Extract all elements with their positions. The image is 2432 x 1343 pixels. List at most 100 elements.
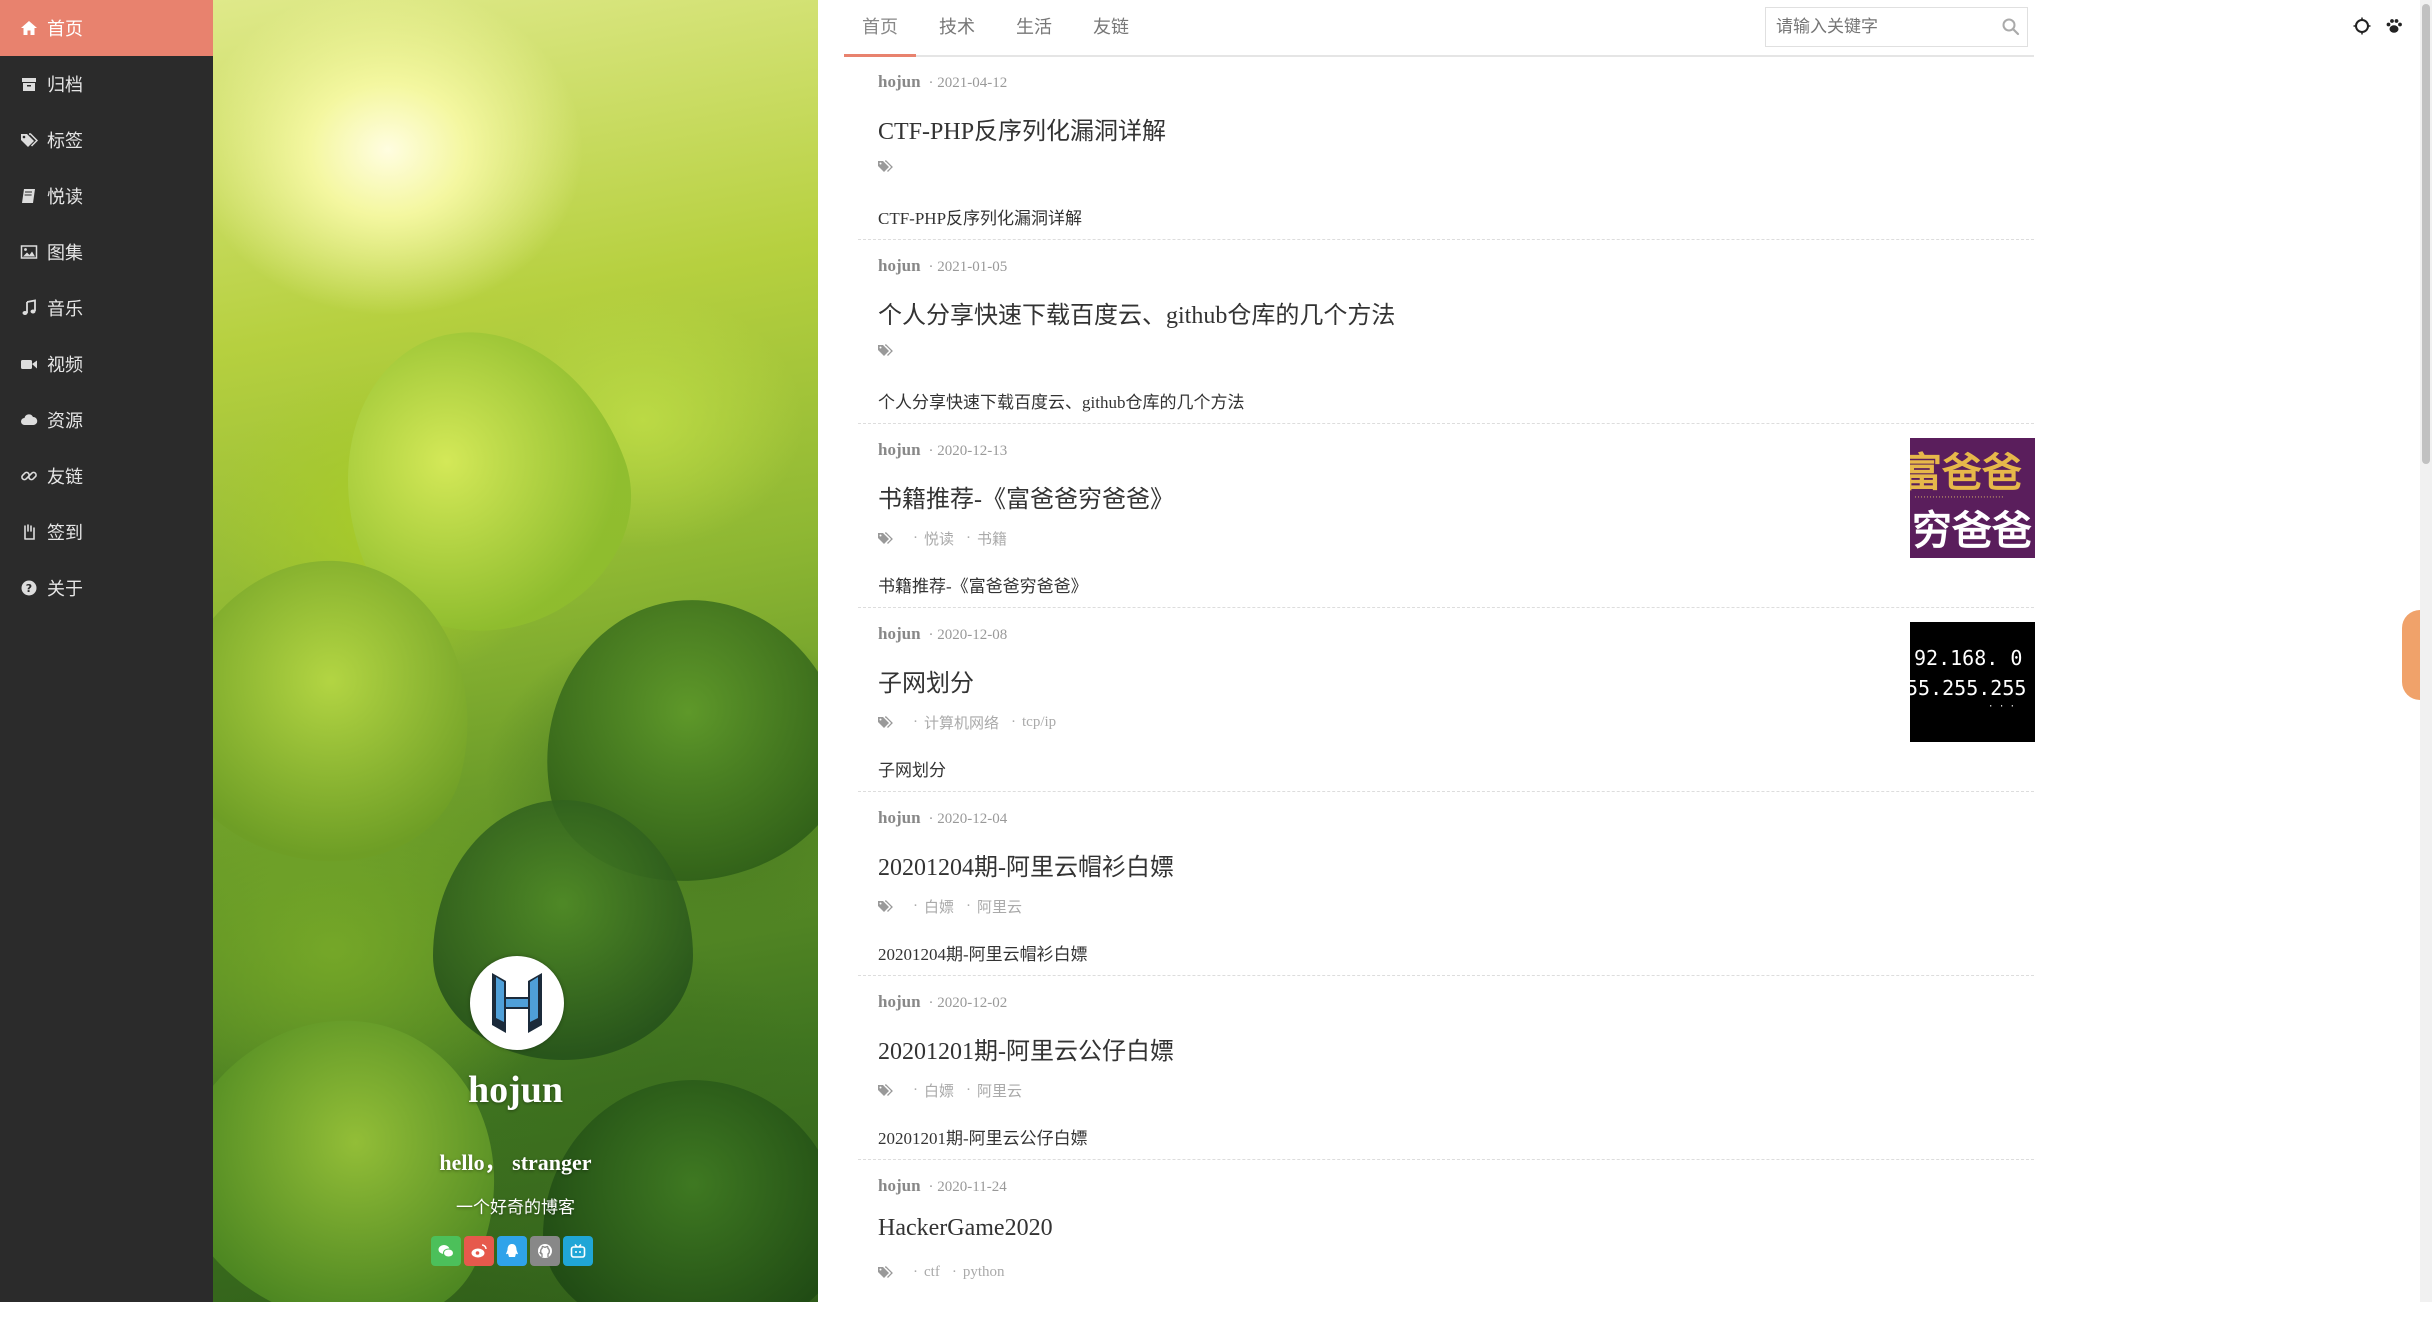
archive-icon (20, 75, 38, 93)
post-tags: · 计算机网络 · tcp/ip (878, 712, 1056, 733)
post-title[interactable]: 20201201期-阿里云公仔白嫖 (878, 1031, 1174, 1066)
sidebar-item-checkin[interactable]: 签到 (0, 504, 213, 560)
post-title[interactable]: HackerGame2020 (878, 1215, 1053, 1242)
tag-separator: · (966, 1082, 972, 1098)
sidebar-item-archive[interactable]: 归档 (0, 56, 213, 112)
svg-text:?: ? (26, 582, 32, 595)
sidebar-nav: 首页 归档 标签 悦读 图集 音乐 视频 资源 友链 签到 ? 关于 (0, 0, 213, 1302)
post-date: · 2021-04-12 (928, 75, 1008, 91)
post-meta: hojun · 2021-01-05 (878, 256, 1007, 276)
post-meta: hojun · 2020-12-08 (878, 624, 1007, 644)
wechat-icon[interactable] (431, 1236, 461, 1266)
tags-icon (878, 1265, 893, 1278)
tags-icon (878, 715, 893, 728)
sidebar-item-label: 悦读 (47, 187, 83, 207)
tab-links[interactable]: 友链 (1075, 0, 1147, 55)
post-date: · 2021-01-05 (928, 259, 1008, 275)
bilibili-icon[interactable] (563, 1236, 593, 1266)
sidebar-item-about[interactable]: ? 关于 (0, 560, 213, 616)
post-title[interactable]: 书籍推荐-《富爸爸穷爸爸》 (878, 479, 1174, 514)
github-icon[interactable] (530, 1236, 560, 1266)
tag-link[interactable]: 计算机网络 (924, 712, 999, 733)
video-icon (20, 355, 38, 373)
tags-icon (878, 344, 893, 356)
sidebar-item-reading[interactable]: 悦读 (0, 168, 213, 224)
top-nav: 首页 技术 生活 友链 (844, 0, 2034, 57)
post-date: · 2020-12-02 (928, 995, 1008, 1011)
tag-link[interactable]: 白嫖 (924, 1080, 954, 1101)
post-summary: 子网划分 (878, 761, 946, 780)
post-title[interactable]: 20201204期-阿里云帽衫白嫖 (878, 847, 1174, 882)
post-author[interactable]: hojun (878, 1176, 921, 1195)
sidebar-item-links[interactable]: 友链 (0, 448, 213, 504)
post-title[interactable]: 个人分享快速下载百度云、github仓库的几个方法 (878, 295, 1395, 330)
scrollbar[interactable] (2420, 0, 2432, 1302)
tag-separator: · (966, 898, 972, 914)
weibo-icon[interactable] (464, 1236, 494, 1266)
post-summary: 20201201期-阿里云公仔白嫖 (878, 1129, 1088, 1148)
tag-separator: · (1011, 714, 1017, 730)
search-input[interactable] (1766, 8, 1991, 46)
post-title[interactable]: CTF-PHP反序列化漏洞详解 (878, 111, 1166, 146)
post-thumbnail[interactable]: 92.168. 0 55.255.255 · · · (1910, 622, 2035, 742)
sidebar-item-label: 友链 (47, 467, 83, 487)
hand-icon (20, 523, 38, 541)
mascot-widget[interactable] (2402, 610, 2420, 700)
tag-separator: · (913, 714, 918, 730)
search-icon[interactable] (2001, 17, 2021, 37)
post-item: hojun · 2020-11-24 HackerGame2020 · ctf · p… (858, 1160, 2034, 1343)
post-author[interactable]: hojun (878, 992, 921, 1011)
post-tags (878, 344, 901, 358)
post-author[interactable]: hojun (878, 808, 921, 827)
tags-icon (878, 1083, 893, 1096)
logo-icon (492, 973, 542, 1033)
profile-greeting: hello， stranger (439, 1150, 592, 1175)
post-author[interactable]: hojun (878, 440, 921, 459)
post-thumbnail[interactable]: 富爸爸 ······························ 穷爸爸 (1910, 438, 2035, 558)
post-author[interactable]: hojun (878, 256, 921, 275)
tag-separator: · (951, 1264, 957, 1280)
post-meta: hojun · 2020-12-04 (878, 808, 1007, 828)
tag-separator: · (966, 530, 972, 546)
tag-separator: · (913, 898, 918, 914)
post-author[interactable]: hojun (878, 624, 921, 643)
leaf-decoration (543, 1080, 818, 1302)
tag-link[interactable]: tcp/ip (1022, 714, 1056, 731)
post-summary: 书籍推荐-《富爸爸穷爸爸》 (878, 577, 1088, 596)
sidebar-item-gallery[interactable]: 图集 (0, 224, 213, 280)
tag-link[interactable]: 悦读 (924, 528, 954, 549)
sidebar-item-label: 资源 (47, 411, 83, 431)
sidebar-item-resources[interactable]: 资源 (0, 392, 213, 448)
tab-tech[interactable]: 技术 (921, 0, 993, 55)
scrollbar-thumb[interactable] (2422, 4, 2430, 464)
post-item: hojun · 2021-04-12 CTF-PHP反序列化漏洞详解 CTF-PH… (858, 56, 2034, 240)
tag-link[interactable]: python (963, 1264, 1005, 1281)
post-author[interactable]: hojun (878, 72, 921, 91)
tag-link[interactable]: 阿里云 (977, 1080, 1022, 1101)
sidebar-item-music[interactable]: 音乐 (0, 280, 213, 336)
tag-link[interactable]: 阿里云 (977, 896, 1022, 917)
sidebar-item-home[interactable]: 首页 (0, 0, 213, 56)
paw-icon[interactable] (2384, 16, 2404, 42)
sidebar-item-label: 音乐 (47, 299, 83, 319)
sidebar-item-label: 首页 (47, 19, 83, 39)
tag-link[interactable]: 白嫖 (924, 896, 954, 917)
sidebar-item-tags[interactable]: 标签 (0, 112, 213, 168)
question-icon: ? (20, 579, 38, 597)
sidebar-item-video[interactable]: 视频 (0, 336, 213, 392)
link-icon (20, 467, 38, 485)
tab-home[interactable]: 首页 (844, 0, 916, 57)
search-box (1765, 7, 2028, 47)
post-title[interactable]: 子网划分 (878, 663, 974, 698)
tag-separator: · (913, 530, 918, 546)
cloud-icon (20, 411, 38, 429)
theme-toggle-icon[interactable] (2352, 16, 2372, 42)
tag-link[interactable]: 书籍 (977, 528, 1007, 549)
profile-name: hojun (467, 1069, 564, 1111)
tab-life[interactable]: 生活 (998, 0, 1070, 55)
profile-description: 一个好奇的博客 (456, 1198, 575, 1218)
sidebar-item-label: 标签 (47, 131, 83, 151)
qq-icon[interactable] (497, 1236, 527, 1266)
avatar[interactable] (470, 956, 564, 1050)
tag-link[interactable]: ctf (924, 1264, 940, 1281)
